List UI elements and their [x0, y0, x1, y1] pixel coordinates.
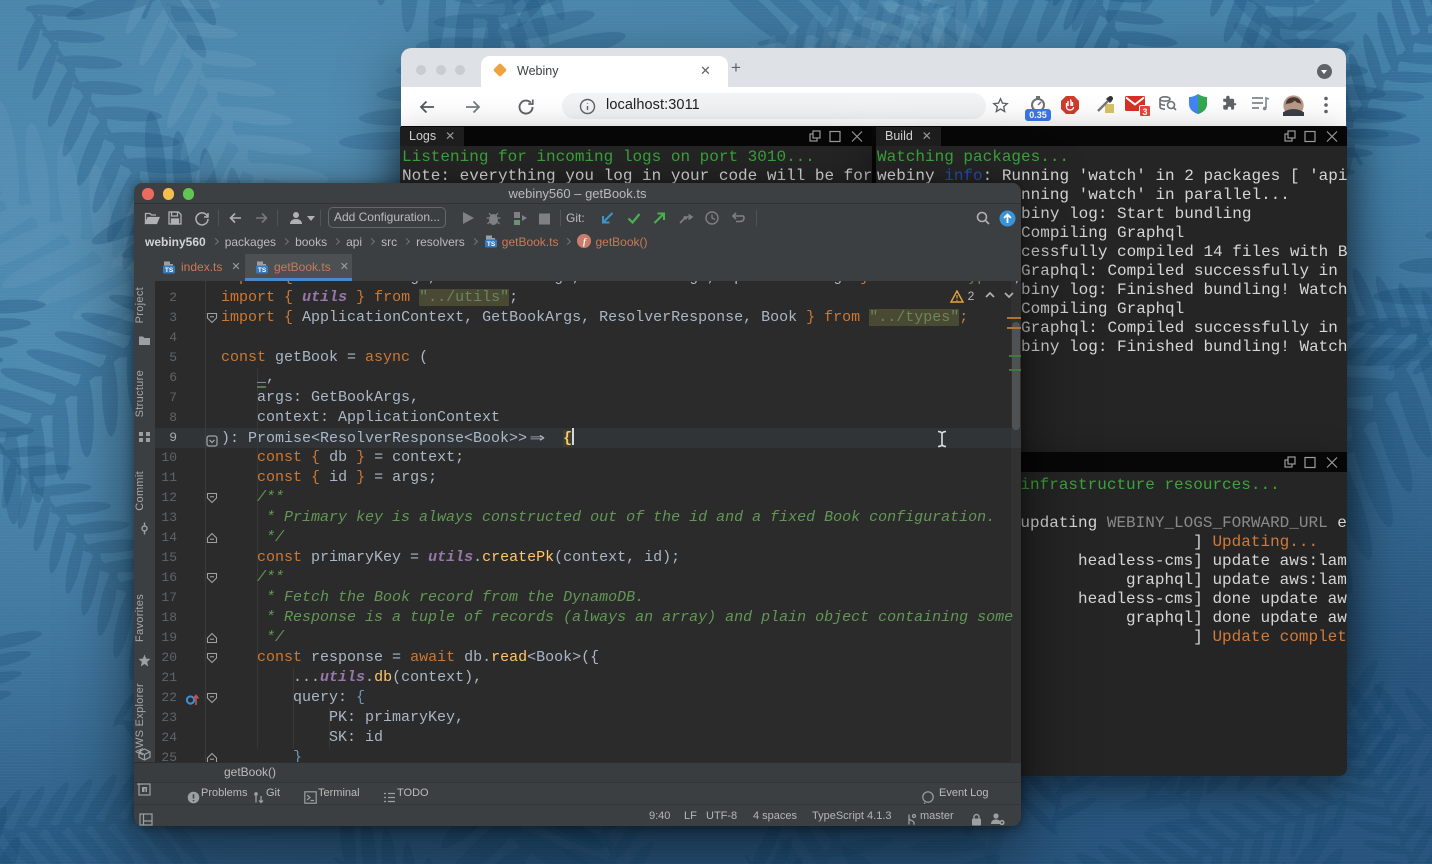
svg-text:TS: TS	[487, 241, 496, 248]
svg-text:TS: TS	[258, 267, 267, 274]
svg-text:TS: TS	[165, 267, 174, 274]
